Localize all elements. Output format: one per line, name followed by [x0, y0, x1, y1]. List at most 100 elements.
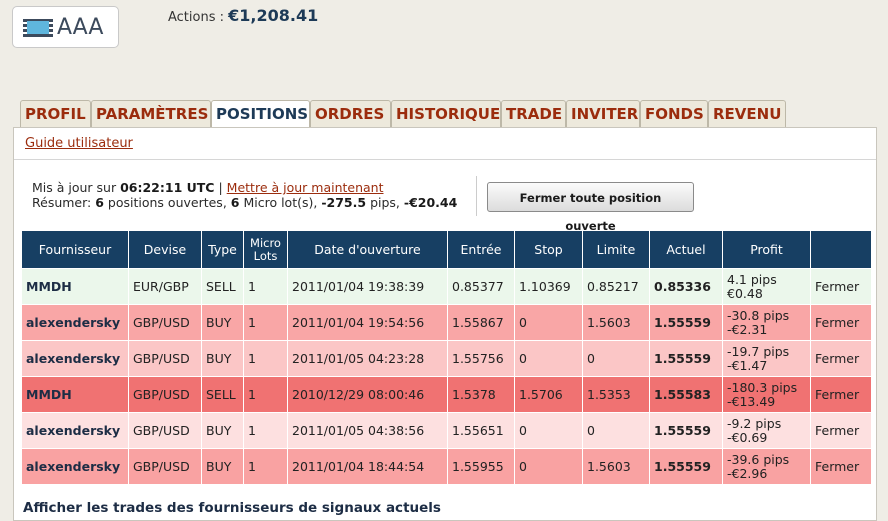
col-header: Devise [128, 230, 202, 269]
actions-label: Actions : [168, 10, 224, 25]
profit-pips: -39.6 pips [727, 452, 790, 467]
tab-historique[interactable]: HISTORIQUE [391, 100, 501, 127]
current-cell: 1.55559 [649, 448, 723, 485]
profit-pips: -19.7 pips [727, 344, 790, 359]
entry-cell: 1.5378 [447, 376, 515, 413]
date-cell: 2011/01/05 04:38:56 [287, 412, 448, 449]
type-cell: BUY [201, 412, 244, 449]
profit-cell: -30.8 pips -€2.31 [722, 304, 811, 341]
tab-trade[interactable]: TRADE [501, 100, 566, 127]
lots-label: Micro lot(s), [243, 195, 318, 210]
provider-cell: MMDH [21, 376, 129, 413]
profit-cell: -19.7 pips -€1.47 [722, 340, 811, 377]
date-cell: 2011/01/04 18:44:54 [287, 448, 448, 485]
type-cell: SELL [201, 268, 244, 305]
close-position-link[interactable]: Fermer [810, 412, 872, 449]
pair-cell: EUR/GBP [128, 268, 202, 305]
provider-cell: alexendersky [21, 340, 129, 377]
pair-cell: GBP/USD [128, 304, 202, 341]
profit-money: €0.48 [727, 286, 763, 301]
col-header: Stop [514, 230, 583, 269]
profit-pips: -30.8 pips [727, 308, 790, 323]
tab-parametres[interactable]: PARAMÈTRES [91, 100, 211, 127]
tab-positions[interactable]: POSITIONS [211, 100, 310, 128]
account-actions: Actions : €1,208.41 [168, 6, 318, 25]
close-position-link[interactable]: Fermer [810, 340, 872, 377]
actions-value: €1,208.41 [228, 6, 319, 25]
col-header [810, 230, 872, 269]
tab-inviter[interactable]: INVITER [566, 100, 640, 127]
type-cell: SELL [201, 376, 244, 413]
limit-cell: 0 [582, 412, 650, 449]
lots-count: 6 [230, 195, 240, 210]
stop-cell: 0 [514, 448, 583, 485]
summary-prefix: Résumer: [32, 195, 92, 210]
entry-cell: 0.85377 [447, 268, 515, 305]
positions-panel: Guide utilisateur Mis à jour sur 06:22:1… [13, 127, 877, 521]
close-position-link[interactable]: Fermer [810, 268, 872, 305]
col-header: Date d'ouverture [287, 230, 448, 269]
profit-money: -€2.31 [727, 322, 768, 337]
tab-ordres[interactable]: ORDRES [310, 100, 391, 127]
show-provider-trades-link[interactable]: Afficher les trades des fournisseurs de … [23, 500, 441, 516]
provider-cell: alexendersky [21, 304, 129, 341]
logo-stack-icon [23, 19, 53, 37]
positions-body: MMDH EUR/GBP SELL 1 2011/01/04 19:38:39 0.853… [21, 268, 872, 485]
table-row: alexendersky GBP/USD BUY 1 2011/01/04 18:44:… [21, 448, 872, 485]
pair-cell: GBP/USD [128, 448, 202, 485]
type-cell: BUY [201, 304, 244, 341]
col-header: Actuel [649, 230, 723, 269]
limit-cell: 1.5603 [582, 448, 650, 485]
update-line: Mis à jour sur 06:22:11 UTC | Mettre à j… [32, 180, 457, 195]
col-header: Entrée [447, 230, 515, 269]
positions-table: Fournisseur Devise Type Micro Lots Date … [21, 230, 872, 485]
tab-revenu[interactable]: REVENU [708, 100, 786, 127]
table-row: MMDH EUR/GBP SELL 1 2011/01/04 19:38:39 0.853… [21, 268, 872, 305]
entry-cell: 1.55955 [447, 448, 515, 485]
profit-money: -€2.96 [727, 466, 768, 481]
pips-total: -275.5 [321, 195, 367, 210]
pair-cell: GBP/USD [128, 376, 202, 413]
col-header: Fournisseur [21, 230, 129, 269]
date-cell: 2011/01/04 19:54:56 [287, 304, 448, 341]
table-row: MMDH GBP/USD SELL 1 2010/12/29 08:00:46 1.537… [21, 376, 872, 413]
date-cell: 2011/01/05 04:23:28 [287, 340, 448, 377]
profit-money: -€1.47 [727, 358, 768, 373]
user-guide-link[interactable]: Guide utilisateur [25, 136, 133, 151]
profit-pips: -180.3 pips [727, 380, 798, 395]
col-header: Micro Lots [243, 230, 288, 269]
updated-prefix: Mis à jour sur [32, 180, 117, 195]
tab-fonds[interactable]: FONDS [640, 100, 708, 127]
type-cell: BUY [201, 448, 244, 485]
current-cell: 1.55559 [649, 304, 723, 341]
table-row: alexendersky GBP/USD BUY 1 2011/01/05 04:38:… [21, 412, 872, 449]
current-cell: 0.85336 [649, 268, 723, 305]
profit-money: -€0.69 [727, 430, 768, 445]
close-all-positions-button[interactable]: Fermer toute position ouverte [487, 182, 694, 233]
profit-pips: 4.1 pips [727, 272, 777, 287]
limit-cell: 1.5353 [582, 376, 650, 413]
profit-cell: -39.6 pips -€2.96 [722, 448, 811, 485]
profit-cell: 4.1 pips €0.48 [722, 268, 811, 305]
update-now-link[interactable]: Mettre à jour maintenant [227, 180, 384, 195]
updated-time: 06:22:11 UTC [120, 180, 215, 195]
stop-cell: 1.10369 [514, 268, 583, 305]
current-cell: 1.55559 [649, 412, 723, 449]
logo[interactable]: AAA [12, 6, 119, 48]
stop-cell: 0 [514, 412, 583, 449]
close-position-link[interactable]: Fermer [810, 304, 872, 341]
summary-line: Résumer: 6 positions ouvertes, 6 Micro l… [32, 195, 457, 210]
profit-cell: -180.3 pips -€13.49 [722, 376, 811, 413]
current-cell: 1.55583 [649, 376, 723, 413]
type-cell: BUY [201, 340, 244, 377]
date-cell: 2011/01/04 19:38:39 [287, 268, 448, 305]
separator: | [218, 180, 223, 195]
profit-cell: -9.2 pips -€0.69 [722, 412, 811, 449]
close-position-link[interactable]: Fermer [810, 448, 872, 485]
close-position-link[interactable]: Fermer [810, 376, 872, 413]
limit-cell: 0.85217 [582, 268, 650, 305]
update-status: Mis à jour sur 06:22:11 UTC | Mettre à j… [32, 180, 457, 210]
guide-bar: Guide utilisateur [14, 128, 876, 160]
profit-money: -€13.49 [727, 394, 776, 409]
tab-profil[interactable]: PROFIL [20, 100, 91, 127]
